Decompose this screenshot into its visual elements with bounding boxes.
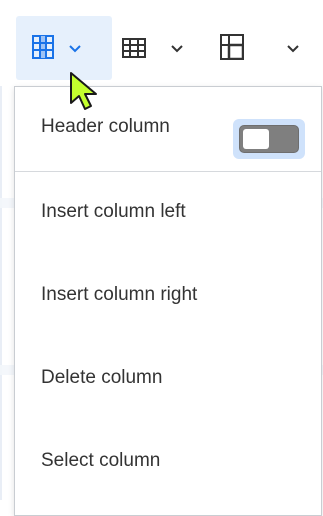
- toggle-knob: [243, 129, 269, 149]
- column-dropdown-menu: Header column Insert column left Insert …: [14, 86, 322, 516]
- chevron-down-icon: [69, 45, 81, 53]
- header-column-item[interactable]: Header column: [15, 99, 321, 159]
- menu-item-select-column[interactable]: Select column: [15, 432, 321, 492]
- merge-cells-icon: [220, 34, 244, 60]
- header-column-toggle[interactable]: [239, 125, 299, 153]
- merge-cells-dropdown-button[interactable]: [210, 16, 318, 80]
- menu-item-label: Insert column right: [41, 284, 198, 305]
- menu-item-insert-column-right[interactable]: Insert column right: [15, 266, 321, 326]
- table-toolbar: [0, 0, 323, 86]
- menu-item-label: Select column: [41, 450, 161, 471]
- table-row-icon: [122, 38, 146, 58]
- menu-item-insert-column-left[interactable]: Insert column left: [15, 183, 321, 243]
- chevron-down-icon: [171, 45, 183, 53]
- menu-item-label: Insert column left: [41, 201, 186, 222]
- menu-item-delete-column[interactable]: Delete column: [15, 349, 321, 409]
- header-column-label: Header column: [41, 116, 170, 137]
- editor-background-edge: [0, 60, 2, 500]
- menu-item-label: Delete column: [41, 367, 163, 388]
- menu-divider: [15, 171, 321, 172]
- table-column-icon: [32, 35, 54, 59]
- mouse-cursor-icon: [70, 72, 97, 110]
- chevron-down-icon: [287, 45, 299, 53]
- table-row-dropdown-button[interactable]: [118, 16, 198, 80]
- header-column-toggle-focus[interactable]: [233, 119, 305, 159]
